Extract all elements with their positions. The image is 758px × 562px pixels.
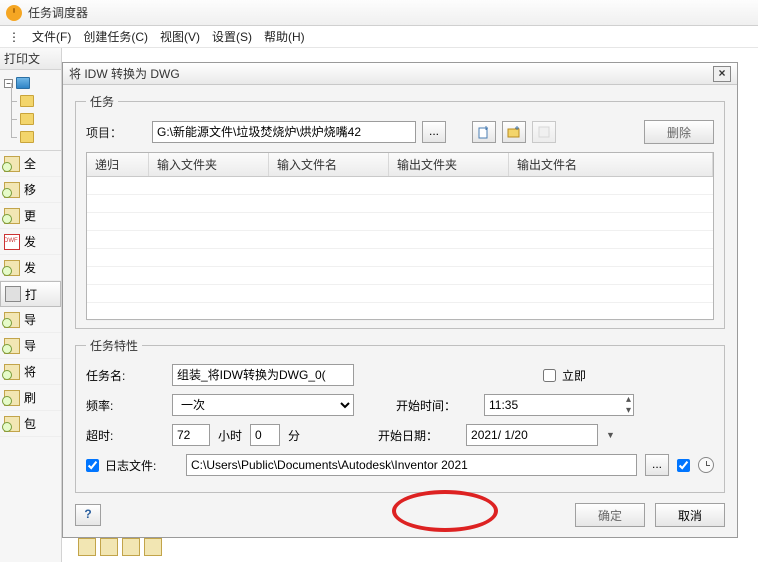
timeout-label: 超时: (86, 427, 164, 444)
footer-icon[interactable] (100, 538, 118, 556)
taskname-field[interactable]: 组装_将IDW转换为DWG_0( (172, 364, 354, 386)
main-title-bar: 任务调度器 (0, 0, 758, 26)
timeout-mins-field[interactable]: 0 (250, 424, 280, 446)
log-time-check-input[interactable] (677, 459, 690, 472)
sidebar-item-selected[interactable]: 打 (0, 281, 61, 307)
grid-header-infolder[interactable]: 输入文件夹 (149, 153, 269, 176)
immediate-check-input[interactable] (543, 369, 556, 382)
sidebar-item[interactable]: 更 (0, 203, 61, 229)
log-label: 日志文件: (105, 457, 156, 474)
sidebar-item[interactable]: 导 (0, 333, 61, 359)
menu-bar: ⋮ 文件(F) 创建任务(C) 视图(V) 设置(S) 帮助(H) (0, 26, 758, 48)
grid-header-outname[interactable]: 输出文件名 (509, 153, 713, 176)
startdate-field[interactable]: 2021/ 1/20 (466, 424, 598, 446)
starttime-field[interactable]: 11:35 (484, 394, 634, 416)
grid-header: 递归 输入文件夹 输入文件名 输出文件夹 输出文件名 (87, 153, 713, 177)
left-panel: 打印文 − 全 移 更 发 发 打 导 导 将 刷 包 (0, 48, 62, 562)
sidebar-item[interactable]: 将 (0, 359, 61, 385)
log-browse-button[interactable]: ... (645, 454, 669, 476)
cancel-button[interactable]: 取消 (655, 503, 725, 527)
grid-header-outfolder[interactable]: 输出文件夹 (389, 153, 509, 176)
freq-label: 频率: (86, 397, 164, 414)
tree-root-icon[interactable] (16, 77, 30, 89)
grid-header-recurse[interactable]: 递归 (87, 153, 149, 176)
sidebar-list: 全 移 更 发 发 打 导 导 将 刷 包 (0, 150, 61, 437)
props-legend: 任务特性 (86, 337, 142, 354)
log-check-input[interactable] (86, 459, 99, 472)
project-label: 项目： (86, 124, 146, 141)
immediate-label: 立即 (562, 367, 586, 384)
sidebar-item[interactable]: 发 (0, 255, 61, 281)
add-folder-icon[interactable] (502, 121, 526, 143)
menu-file[interactable]: 文件(F) (32, 28, 71, 45)
sidebar-item[interactable]: 包 (0, 411, 61, 437)
dialog-title: 将 IDW 转换为 DWG (69, 65, 180, 82)
menu-help[interactable]: 帮助(H) (264, 28, 305, 45)
log-checkbox[interactable]: 日志文件: (86, 457, 178, 474)
help-button[interactable]: ? (75, 504, 101, 526)
sidebar-item[interactable]: 全 (0, 151, 61, 177)
tree-folder-icon[interactable] (20, 113, 34, 125)
sidebar-item[interactable]: 导 (0, 307, 61, 333)
task-props-group: 任务特性 任务名: 组装_将IDW转换为DWG_0( 立即 频率: 一次 开始时… (75, 337, 725, 493)
tree-folder-icon[interactable] (20, 131, 34, 143)
task-group: 任务 项目： G:\新能源文件\垃圾焚烧炉\烘炉烧嘴42 ... 删除 递归 输… (75, 93, 725, 329)
sidebar-item[interactable]: 移 (0, 177, 61, 203)
left-tab[interactable]: 打印文 (0, 48, 61, 70)
immediate-checkbox[interactable]: 立即 (543, 367, 586, 384)
idw-to-dwg-dialog: 将 IDW 转换为 DWG × 任务 项目： G:\新能源文件\垃圾焚烧炉\烘炉… (62, 62, 738, 538)
grid-body (87, 177, 713, 321)
close-icon[interactable]: × (713, 66, 731, 82)
log-time-checkbox[interactable] (677, 459, 690, 472)
taskname-label: 任务名: (86, 367, 164, 384)
footer-icon[interactable] (144, 538, 162, 556)
project-browse-button[interactable]: ... (422, 121, 446, 143)
mins-unit: 分 (288, 427, 300, 444)
project-path-field[interactable]: G:\新能源文件\垃圾焚烧炉\烘炉烧嘴42 (152, 121, 416, 143)
file-grid[interactable]: 递归 输入文件夹 输入文件名 输出文件夹 输出文件名 (86, 152, 714, 320)
log-path-field[interactable]: C:\Users\Public\Documents\Autodesk\Inven… (186, 454, 637, 476)
sidebar-item[interactable]: 发 (0, 229, 61, 255)
tree-folder-icon[interactable] (20, 95, 34, 107)
clock-icon (698, 457, 714, 473)
starttime-label: 开始时间： (396, 397, 476, 414)
freq-combo[interactable]: 一次 (172, 394, 354, 416)
dialog-title-bar: 将 IDW 转换为 DWG × (63, 63, 737, 85)
footer-icon[interactable] (78, 538, 96, 556)
hours-unit: 小时 (218, 427, 242, 444)
startdate-label: 开始日期： (378, 427, 458, 444)
tree-view: − (0, 70, 61, 150)
ok-button[interactable]: 确定 (575, 503, 645, 527)
delete-button[interactable]: 删除 (644, 120, 714, 144)
timeout-hours-field[interactable]: 72 (172, 424, 210, 446)
grid-header-inname[interactable]: 输入文件名 (269, 153, 389, 176)
menu-view[interactable]: 视图(V) (160, 28, 200, 45)
task-legend: 任务 (86, 93, 118, 110)
tool-disabled-icon (532, 121, 556, 143)
window-title: 任务调度器 (28, 4, 88, 21)
footer-icon[interactable] (122, 538, 140, 556)
menu-create[interactable]: 创建任务(C) (83, 28, 148, 45)
dialog-footer: ? 确定 取消 (63, 497, 737, 537)
menu-settings[interactable]: 设置(S) (212, 28, 252, 45)
add-file-icon[interactable] (472, 121, 496, 143)
app-clock-icon (6, 5, 22, 21)
footer-icons (78, 538, 162, 556)
sidebar-item[interactable]: 刷 (0, 385, 61, 411)
